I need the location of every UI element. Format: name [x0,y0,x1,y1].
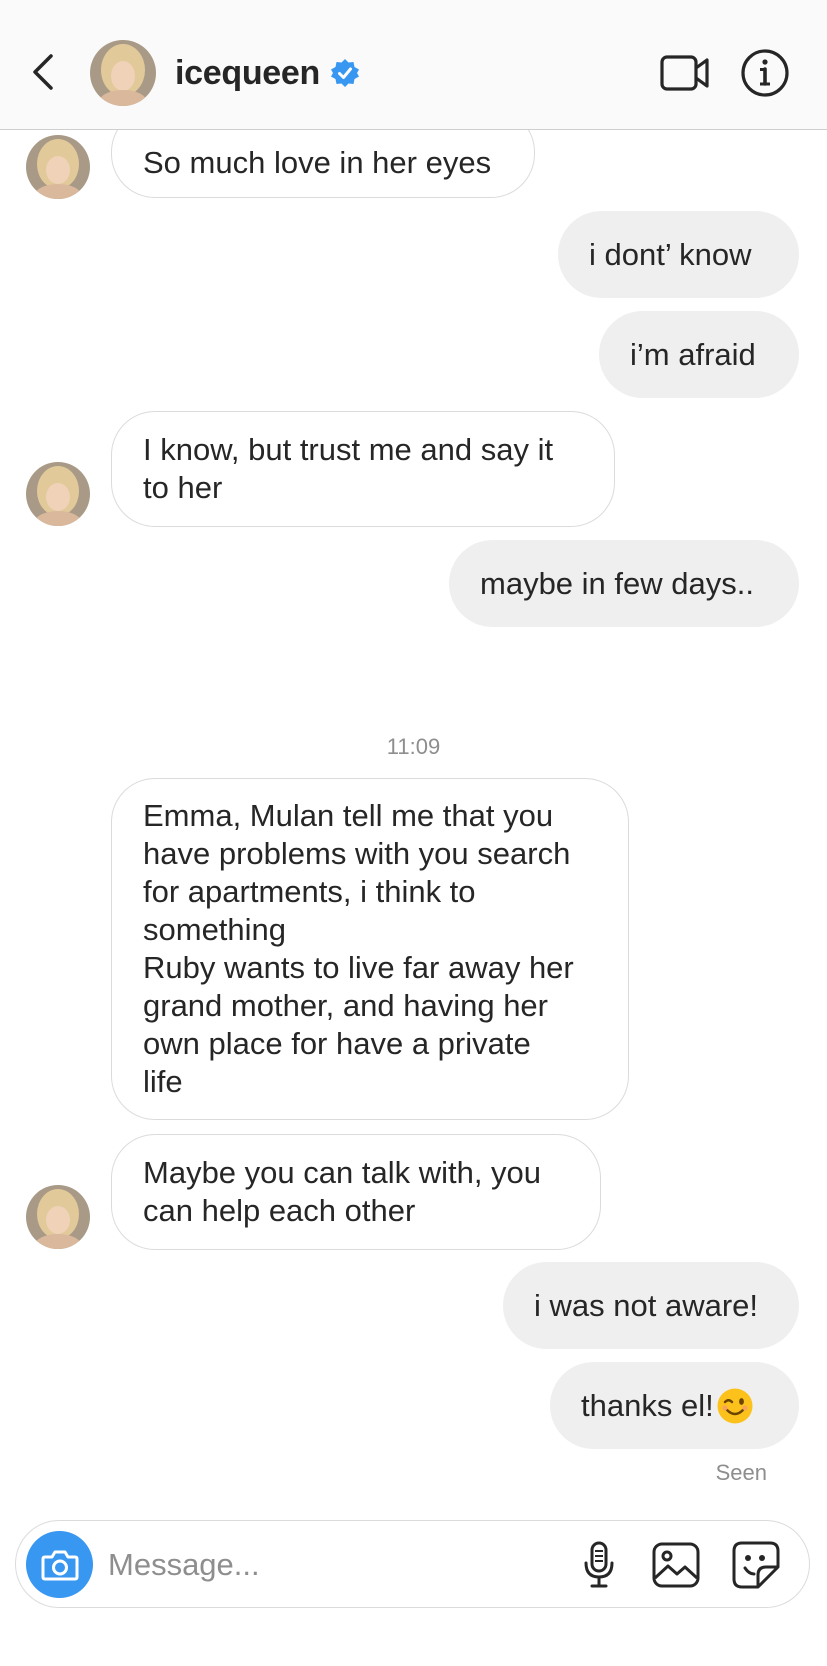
back-chevron-icon [33,54,53,90]
message-bubble-outgoing[interactable]: i was not aware! [503,1262,799,1349]
message-bubble-outgoing[interactable]: i’m afraid [599,311,799,398]
video-call-button[interactable] [658,48,712,98]
sticker-button[interactable] [728,1537,784,1593]
voice-message-button[interactable] [571,1537,627,1593]
message-text: i’m afraid [630,336,756,372]
verified-badge-icon [330,58,360,88]
message-text: thanks el! [581,1387,714,1423]
gallery-button[interactable] [648,1537,704,1593]
message-text: Maybe you can talk with, you can help ea… [143,1155,542,1228]
sender-avatar[interactable] [26,135,90,199]
message-bubble-outgoing[interactable]: maybe in few days.. [449,540,799,627]
message-bubble-incoming[interactable]: Maybe you can talk with, you can help ea… [111,1134,601,1250]
message-bubble-outgoing[interactable]: thanks el! [550,1362,799,1449]
info-icon [741,49,789,97]
message-input[interactable] [108,1539,528,1591]
message-text: I know, but trust me and say it to her [143,432,554,505]
direct-message-screen: icequeen So much love in her eyes i dont… [0,0,827,1666]
seen-status: Seen [715,1460,767,1485]
message-text: So much love in her eyes [143,145,492,180]
message-bubble-incoming[interactable]: Emma, Mulan tell me that you have proble… [111,778,629,1120]
video-camera-icon [660,55,709,91]
message-text: i dont’ know [589,236,752,272]
message-bubble-incoming[interactable]: I know, but trust me and say it to her [111,411,615,527]
sticker-icon [732,1541,780,1589]
contact-username: icequeen [175,53,320,92]
message-bubble-outgoing[interactable]: i dont’ know [558,211,799,298]
message-text: i was not aware! [534,1287,758,1323]
message-text: Emma, Mulan tell me that you have proble… [143,798,574,1099]
contact-name-group[interactable]: icequeen [175,48,360,98]
gallery-icon [652,1542,700,1588]
camera-button[interactable] [26,1531,93,1598]
microphone-icon [584,1541,614,1588]
message-text: maybe in few days.. [480,565,754,601]
winking-face-emoji [717,1388,753,1423]
sender-avatar[interactable] [26,1185,90,1249]
back-button[interactable] [22,42,64,102]
camera-icon [41,1550,78,1580]
message-composer [15,1520,810,1608]
contact-avatar[interactable] [90,40,156,106]
message-timestamp: 11:09 [386,734,441,759]
chat-header: icequeen [0,0,827,130]
sender-avatar[interactable] [26,462,90,526]
conversation-info-button[interactable] [738,46,792,100]
